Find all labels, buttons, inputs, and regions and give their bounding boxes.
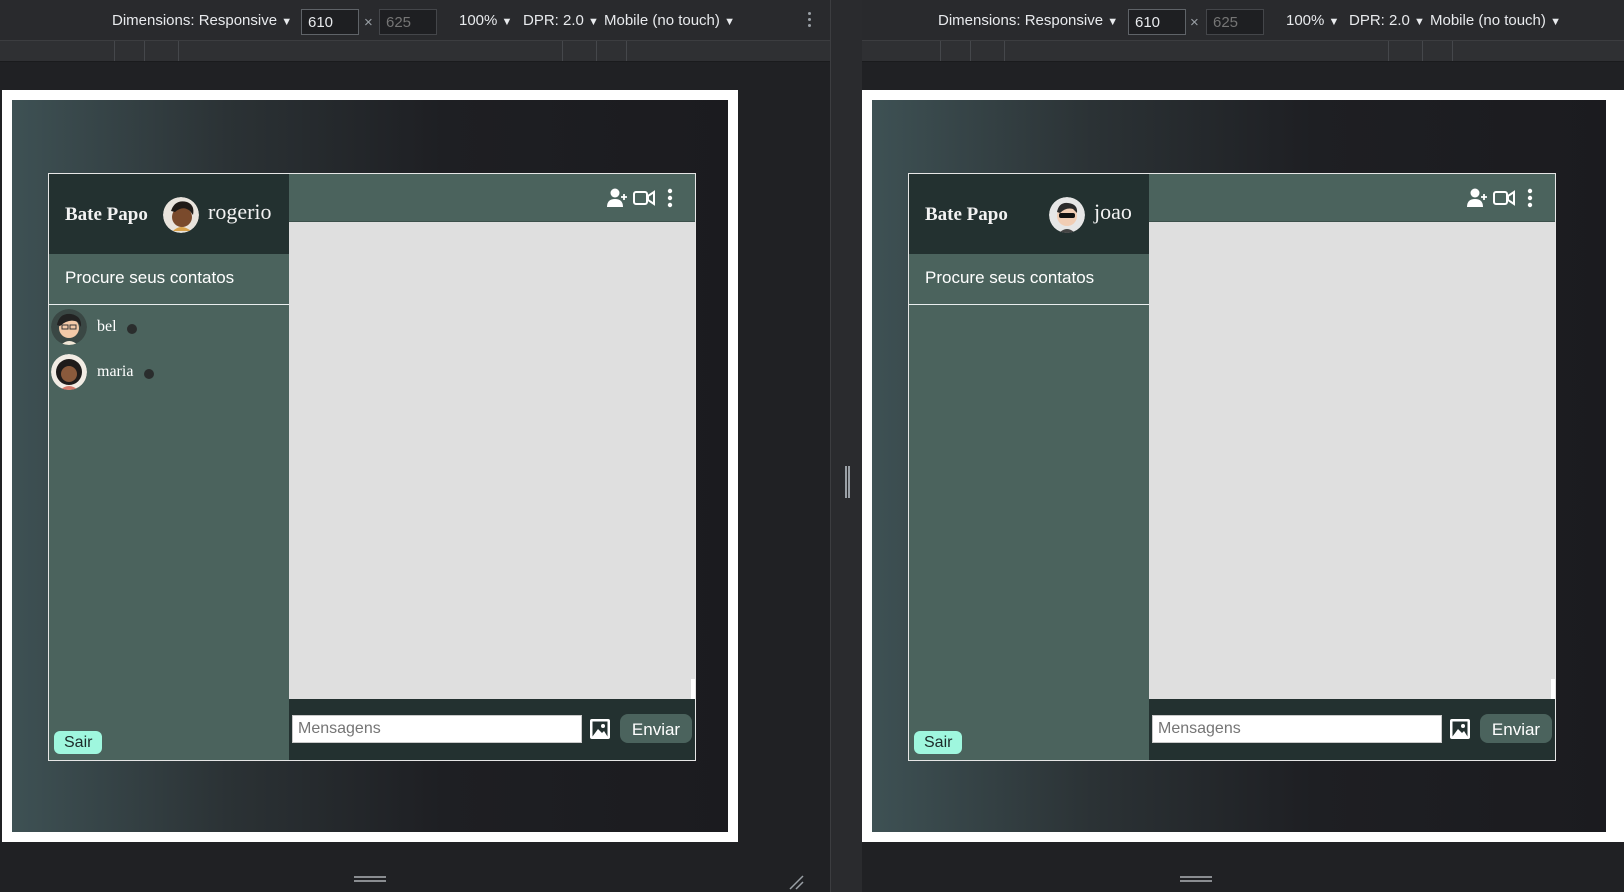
- dimensions-dropdown[interactable]: Dimensions: Responsive ▼: [112, 12, 292, 29]
- sidebar: Bate Papo rogerio Procure seus contatos: [49, 174, 289, 760]
- page-viewport: Bate Papo rogerio Procure seus contatos: [12, 100, 728, 832]
- chevron-down-icon: ▼: [1107, 16, 1119, 28]
- zoom-label: 100%: [459, 12, 498, 29]
- resize-bar: [862, 868, 1624, 892]
- chevron-down-icon: ▼: [724, 16, 735, 28]
- message-input[interactable]: [1152, 715, 1442, 743]
- message-composer: Enviar: [1149, 699, 1555, 760]
- resize-bar: [0, 868, 830, 892]
- chevron-down-icon: ▼: [588, 16, 599, 28]
- width-input[interactable]: [301, 9, 359, 35]
- media-query-ruler: [862, 41, 1624, 62]
- dpr-dropdown[interactable]: DPR: 2.0 ▼: [1349, 12, 1425, 29]
- dimensions-label: Dimensions: Responsive: [938, 12, 1104, 29]
- split-resize-handle[interactable]: [845, 466, 850, 498]
- media-query-ruler: [0, 41, 830, 62]
- contact-item[interactable]: bel: [49, 305, 289, 349]
- chat-app: Bate Papo rogerio Procure seus contatos: [48, 173, 696, 761]
- current-username: joao: [1094, 199, 1132, 224]
- height-input[interactable]: [379, 9, 437, 35]
- message-input[interactable]: [292, 715, 582, 743]
- app-title: Bate Papo: [925, 204, 1008, 225]
- times-separator: ×: [364, 14, 373, 31]
- message-area: [289, 222, 695, 699]
- logout-button[interactable]: Sair: [54, 731, 103, 754]
- send-button[interactable]: Enviar: [1480, 714, 1552, 743]
- devtools-pane-left: Dimensions: Responsive ▼ × 100% ▼ DPR: 2…: [0, 0, 830, 892]
- contact-name: maria: [97, 363, 134, 380]
- device-dropdown[interactable]: Mobile (no touch) ▼: [604, 12, 735, 29]
- contact-search-text: Procure seus contatos: [65, 268, 235, 287]
- image-icon[interactable]: [589, 718, 611, 740]
- current-username: rogerio: [208, 199, 272, 224]
- dimensions-label: Dimensions: Responsive: [112, 12, 278, 29]
- scrollbar[interactable]: [691, 679, 695, 699]
- sidebar-header: Bate Papo joao: [909, 174, 1149, 254]
- user-avatar[interactable]: [1049, 197, 1085, 233]
- zoom-label: 100%: [1286, 12, 1325, 29]
- contact-search-text: Procure seus contatos: [925, 268, 1095, 287]
- vertical-resize-handle[interactable]: [1180, 876, 1212, 882]
- dimensions-dropdown[interactable]: Dimensions: Responsive ▼: [938, 12, 1118, 29]
- send-button[interactable]: Enviar: [620, 714, 692, 743]
- contact-item[interactable]: maria: [49, 350, 289, 394]
- device-frame: Bate Papo joao Procure seus contatos Sai…: [862, 90, 1624, 842]
- times-separator: ×: [1190, 14, 1199, 31]
- chevron-down-icon: ▼: [1328, 16, 1340, 28]
- logout-button[interactable]: Sair: [914, 731, 963, 754]
- device-dropdown[interactable]: Mobile (no touch) ▼: [1430, 12, 1561, 29]
- add-user-icon[interactable]: [607, 188, 629, 208]
- height-input[interactable]: [1206, 9, 1264, 35]
- zoom-dropdown[interactable]: 100% ▼: [459, 12, 512, 29]
- contact-name: bel: [97, 318, 117, 335]
- app-title: Bate Papo: [65, 204, 148, 225]
- dpr-dropdown[interactable]: DPR: 2.0 ▼: [523, 12, 599, 29]
- chat-header: [1149, 174, 1555, 222]
- sidebar: Bate Papo joao Procure seus contatos Sai…: [909, 174, 1149, 760]
- vertical-resize-handle[interactable]: [354, 876, 386, 882]
- chevron-down-icon: ▼: [1550, 16, 1561, 28]
- video-call-icon[interactable]: [633, 190, 655, 206]
- add-user-icon[interactable]: [1467, 188, 1489, 208]
- resize-corner-icon[interactable]: [788, 874, 804, 890]
- image-icon[interactable]: [1449, 718, 1471, 740]
- scrollbar[interactable]: [1551, 679, 1555, 699]
- video-call-icon[interactable]: [1493, 190, 1515, 206]
- chat-header: [289, 174, 695, 222]
- device-frame: Bate Papo rogerio Procure seus contatos: [2, 90, 738, 842]
- page-viewport: Bate Papo joao Procure seus contatos Sai…: [872, 100, 1606, 832]
- chevron-down-icon: ▼: [501, 16, 513, 28]
- contact-search[interactable]: Procure seus contatos: [49, 254, 289, 305]
- zoom-dropdown[interactable]: 100% ▼: [1286, 12, 1339, 29]
- user-avatar[interactable]: [163, 197, 199, 233]
- width-input[interactable]: [1128, 9, 1186, 35]
- devtools-pane-right: Dimensions: Responsive ▼ × 100% ▼ DPR: 2…: [862, 0, 1624, 892]
- sidebar-header: Bate Papo rogerio: [49, 174, 289, 254]
- device-label: Mobile (no touch): [1430, 12, 1546, 29]
- status-dot: [144, 369, 154, 379]
- device-label: Mobile (no touch): [604, 12, 720, 29]
- more-vertical-icon[interactable]: [667, 188, 673, 208]
- contact-search[interactable]: Procure seus contatos: [909, 254, 1149, 305]
- ruler-gutter: [0, 62, 830, 88]
- chevron-down-icon: ▼: [1414, 16, 1425, 28]
- dpr-label: DPR: 2.0: [1349, 12, 1410, 29]
- ruler-gutter: [862, 62, 1624, 88]
- contact-avatar: [51, 354, 87, 390]
- more-options-icon[interactable]: [808, 12, 812, 30]
- chevron-down-icon: ▼: [281, 16, 293, 28]
- dpr-label: DPR: 2.0: [523, 12, 584, 29]
- message-area: [1149, 222, 1555, 699]
- split-divider[interactable]: [830, 0, 863, 892]
- device-toolbar: Dimensions: Responsive ▼ × 100% ▼ DPR: 2…: [862, 0, 1624, 41]
- message-composer: Enviar: [289, 699, 695, 760]
- device-toolbar: Dimensions: Responsive ▼ × 100% ▼ DPR: 2…: [0, 0, 830, 41]
- contact-avatar: [51, 309, 87, 345]
- chat-app: Bate Papo joao Procure seus contatos Sai…: [908, 173, 1556, 761]
- status-dot: [127, 324, 137, 334]
- more-vertical-icon[interactable]: [1527, 188, 1533, 208]
